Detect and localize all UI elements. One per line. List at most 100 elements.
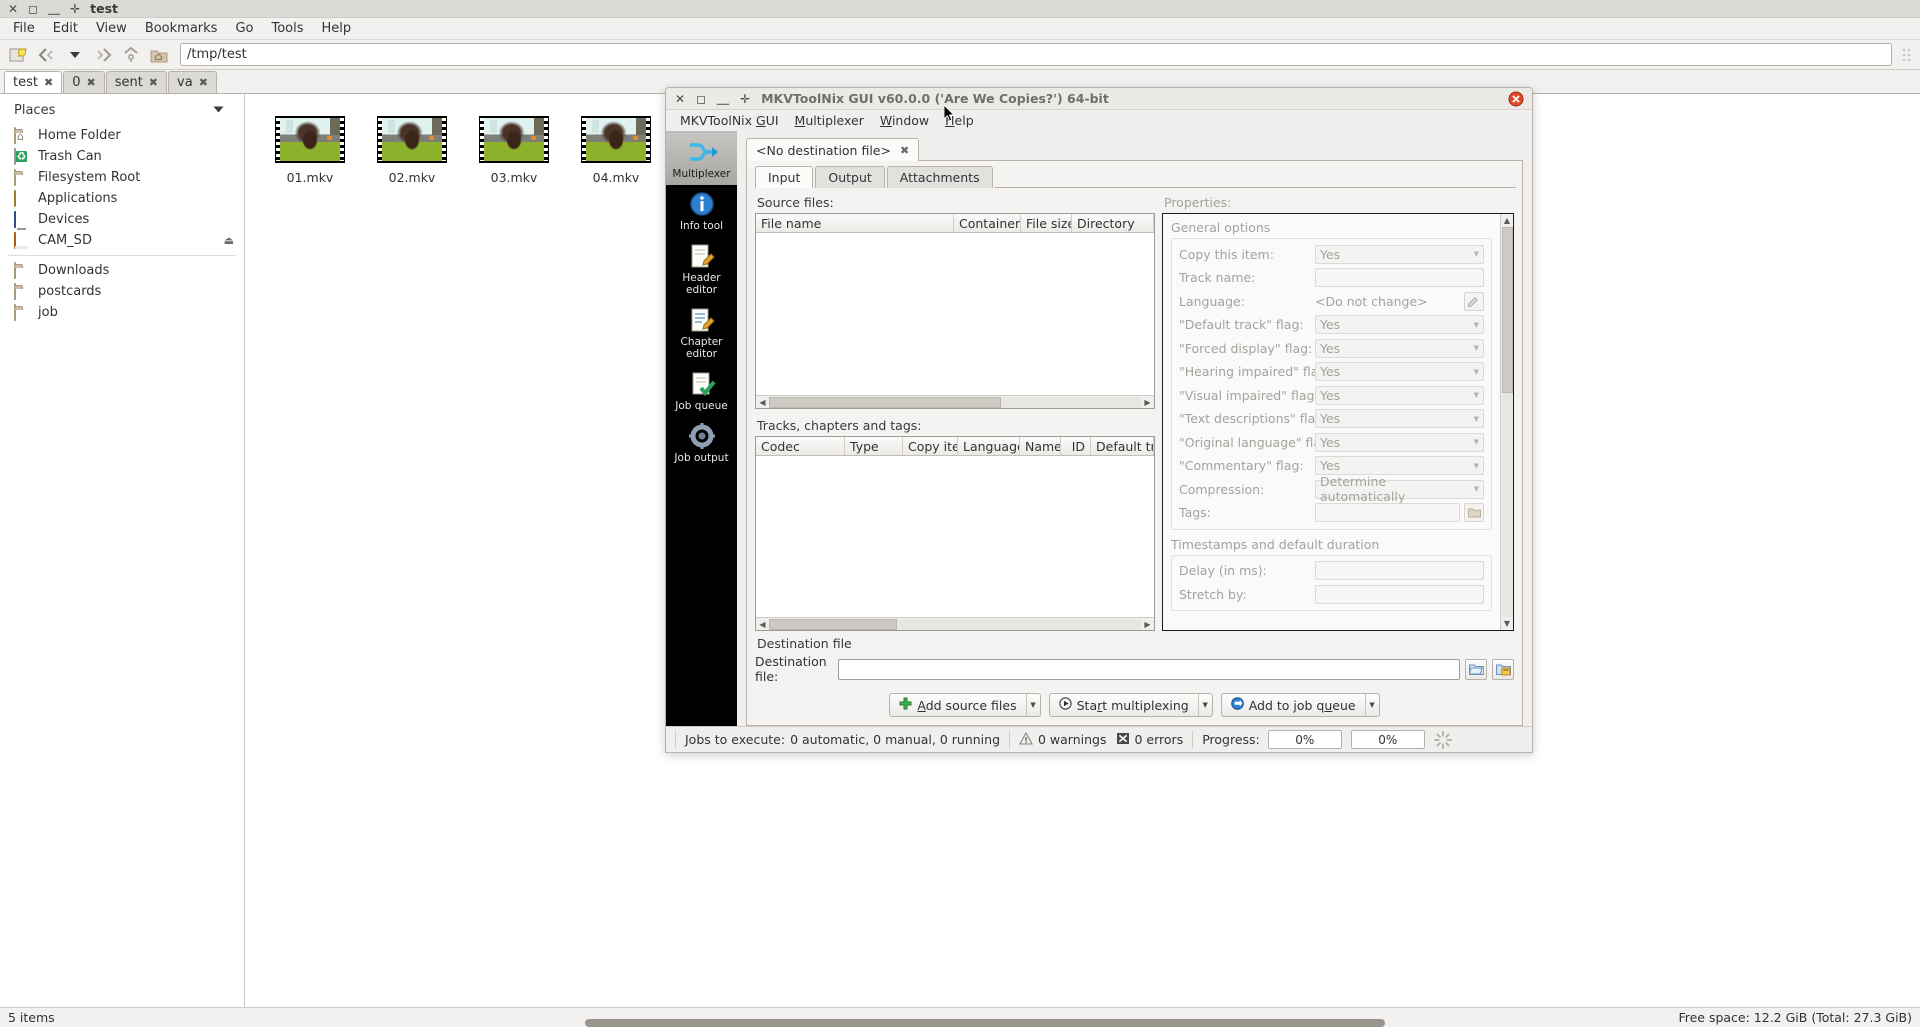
chevron-down-icon[interactable]: ▼ (1025, 694, 1040, 716)
history-dropdown-icon[interactable] (62, 43, 88, 67)
back-icon[interactable] (34, 43, 60, 67)
scroll-thumb[interactable] (769, 396, 1001, 408)
menu-mkvtoolnix-gui[interactable]: MKVToolNix GUI (672, 111, 787, 130)
minimize-icon[interactable]: ＿ (717, 93, 729, 105)
add-to-job-queue-main[interactable]: Add to job queue (1222, 694, 1365, 716)
column-file-size[interactable]: File size (1021, 214, 1072, 232)
shade-icon[interactable]: ✛ (70, 3, 80, 15)
column-default-track[interactable]: Default trac (1091, 437, 1154, 455)
horizontal-scrollbar[interactable]: ◀ ▶ (756, 617, 1154, 630)
forced-display-flag-combobox[interactable]: Yes ▼ (1315, 338, 1484, 358)
menu-bookmarks[interactable]: Bookmarks (136, 19, 227, 38)
sidebar-item-applications[interactable]: Applications (0, 188, 244, 209)
tab-sent[interactable]: sent ✖ (105, 71, 168, 93)
table-body[interactable] (756, 233, 1154, 395)
column-language[interactable]: Language (958, 437, 1020, 455)
hearing-impaired-flag-combobox[interactable]: Yes ▼ (1315, 362, 1484, 381)
maximize-icon[interactable]: ◻ (28, 3, 38, 15)
scroll-up-icon[interactable]: ▲ (1501, 214, 1514, 227)
sidebar-item-filesystem-root[interactable]: Filesystem Root (0, 167, 244, 188)
maximize-icon[interactable]: ◻ (696, 93, 706, 105)
text-descriptions-flag-combobox[interactable]: Yes ▼ (1315, 409, 1484, 428)
tab-test[interactable]: test ✖ (4, 71, 63, 93)
default-track-flag-combobox[interactable]: Yes ▼ (1315, 315, 1484, 334)
chevron-down-icon[interactable]: ▼ (1364, 694, 1379, 716)
scroll-thumb[interactable] (769, 618, 897, 630)
tab-0[interactable]: 0 ✖ (63, 71, 105, 93)
sidebar-item-devices[interactable]: Devices (0, 209, 244, 230)
track-name-input[interactable] (1315, 268, 1484, 287)
column-copy-item[interactable]: Copy item (903, 437, 958, 455)
column-directory[interactable]: Directory (1072, 214, 1154, 232)
column-codec[interactable]: Codec (756, 437, 845, 455)
rail-item-info-tool[interactable]: Info tool (666, 185, 737, 237)
sidebar-item-postcards[interactable]: postcards (0, 281, 244, 302)
menu-file[interactable]: File (4, 19, 44, 38)
edit-icon[interactable] (1464, 291, 1484, 311)
scroll-thumb[interactable] (1501, 227, 1513, 393)
add-source-files-main[interactable]: Add source files (890, 694, 1025, 716)
scroll-right-icon[interactable]: ▶ (1141, 396, 1154, 409)
sidebar-item-home-folder[interactable]: Home Folder (0, 125, 244, 146)
sidebar-item-trash-can[interactable]: Trash Can (0, 146, 244, 167)
chevron-down-icon[interactable] (213, 103, 224, 118)
compression-combobox[interactable]: Determine automatically ▼ (1315, 474, 1484, 504)
close-icon[interactable]: ✖ (199, 76, 208, 89)
document-tab[interactable]: <No destination file> ✖ (746, 138, 920, 161)
add-source-files-button[interactable]: Add source files ▼ (889, 693, 1041, 717)
list-item[interactable]: 03.mkv (463, 112, 565, 189)
menu-view[interactable]: View (87, 19, 136, 38)
menu-multiplexer[interactable]: Multiplexer (787, 111, 872, 130)
properties-vertical-scrollbar[interactable]: ▲ ▼ (1500, 214, 1513, 630)
chevron-down-icon[interactable]: ▼ (1197, 694, 1212, 716)
column-name[interactable]: Name (1020, 437, 1061, 455)
tab-va[interactable]: va ✖ (168, 71, 217, 93)
tab-input[interactable]: Input (755, 166, 814, 188)
rail-item-multiplexer[interactable]: Multiplexer (666, 133, 737, 186)
menu-edit[interactable]: Edit (44, 19, 87, 38)
shade-icon[interactable]: ✛ (740, 93, 750, 105)
source-files-table[interactable]: File name Container File size Directory … (755, 213, 1155, 409)
start-multiplexing-button[interactable]: Start multiplexing ▼ (1048, 693, 1213, 717)
scroll-track[interactable] (769, 618, 1141, 630)
add-to-job-queue-button[interactable]: Add to job queue ▼ (1220, 693, 1380, 717)
rail-item-chapter-editor[interactable]: Chapter editor (666, 301, 737, 365)
eject-icon[interactable]: ⏏ (224, 234, 234, 247)
start-multiplexing-main[interactable]: Start multiplexing (1050, 694, 1198, 716)
close-icon[interactable]: ✖ (44, 76, 53, 89)
scroll-track[interactable] (1501, 227, 1513, 617)
menu-tools[interactable]: Tools (262, 19, 312, 38)
original-language-flag-combobox[interactable]: Yes ▼ (1315, 432, 1484, 452)
column-id[interactable]: ID (1061, 437, 1091, 455)
tab-attachments[interactable]: Attachments (886, 166, 993, 188)
commentary-flag-combobox[interactable]: Yes ▼ (1315, 456, 1484, 475)
list-item[interactable]: 01.mkv (259, 112, 361, 189)
close-icon[interactable]: ✕ (8, 3, 18, 15)
home-folder-icon[interactable] (146, 43, 172, 67)
horizontal-scrollbar[interactable]: ◀ ▶ (756, 395, 1154, 408)
new-tab-icon[interactable] (6, 43, 32, 67)
folder-open-icon[interactable] (1464, 503, 1484, 522)
tags-input[interactable] (1315, 503, 1460, 522)
scroll-left-icon[interactable]: ◀ (756, 618, 769, 631)
column-type[interactable]: Type (845, 437, 903, 455)
menu-window[interactable]: Window (872, 111, 937, 130)
close-icon[interactable]: ✖ (86, 76, 95, 89)
path-entry[interactable]: /tmp/test (180, 43, 1892, 66)
minimize-icon[interactable]: ＿ (48, 3, 60, 15)
menu-help[interactable]: Help (313, 19, 361, 38)
stretch-by-input[interactable] (1315, 584, 1484, 604)
rail-item-job-queue[interactable]: Job queue (666, 365, 737, 417)
column-file-name[interactable]: File name (756, 214, 954, 232)
tab-output[interactable]: Output (815, 166, 885, 188)
scroll-down-icon[interactable]: ▼ (1501, 617, 1514, 630)
language-value-row[interactable]: <Do not change> (1315, 291, 1484, 311)
rail-item-job-output[interactable]: Job output (666, 417, 737, 469)
table-body[interactable] (756, 456, 1154, 617)
list-item[interactable]: 02.mkv (361, 112, 463, 189)
copy-this-item-combobox[interactable]: Yes ▼ (1315, 244, 1484, 264)
rail-item-header-editor[interactable]: Header editor (666, 237, 737, 301)
delay-input[interactable] (1315, 561, 1484, 580)
folder-open-icon[interactable] (1465, 658, 1487, 680)
destination-file-input[interactable] (838, 658, 1460, 680)
